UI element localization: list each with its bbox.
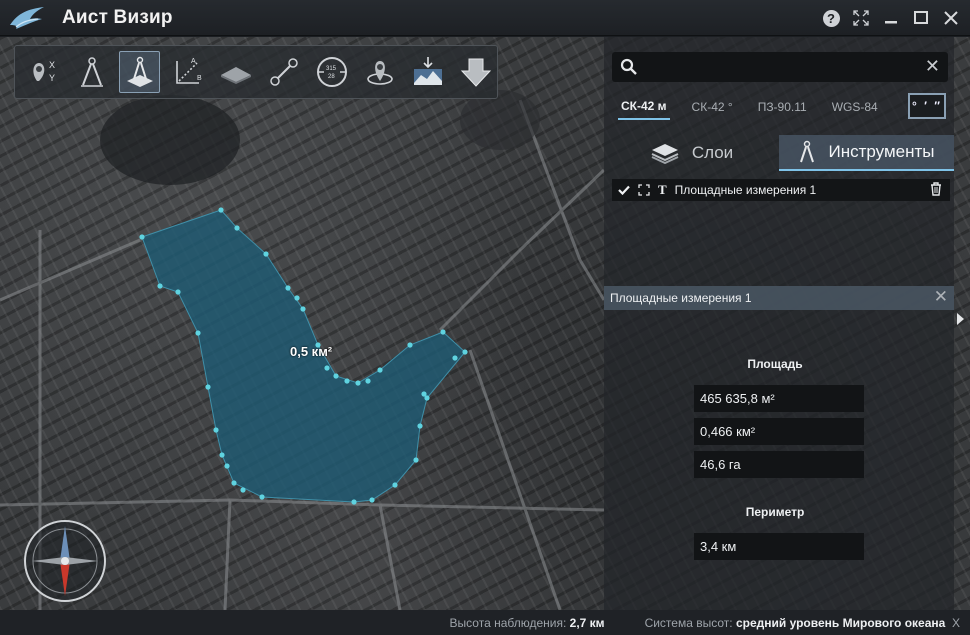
window-controls: ? xyxy=(818,0,964,36)
globe-pin-tool-button[interactable] xyxy=(360,51,401,93)
tab-tools[interactable]: Инструменты xyxy=(779,135,954,171)
maximize-button[interactable] xyxy=(908,5,934,31)
detail-title: Площадные измерения 1 xyxy=(610,291,752,305)
distance-tool-button[interactable]: A B xyxy=(167,51,208,93)
elevation-profile-tool-button[interactable] xyxy=(408,51,449,93)
tab-ck42-deg[interactable]: СК-42 ° xyxy=(689,97,736,119)
delete-trash-icon[interactable] xyxy=(930,182,942,199)
close-detail-icon[interactable]: ✕ xyxy=(934,287,948,307)
globe-pin-icon xyxy=(367,61,394,85)
height-system-value: средний уровень Мирового океана xyxy=(735,615,946,630)
search-box: ✕ xyxy=(612,52,948,82)
panel-collapse-arrow-icon[interactable] xyxy=(957,313,964,325)
minimize-icon xyxy=(885,21,897,24)
tab-wgs84[interactable]: WGS-84 xyxy=(829,97,881,119)
help-icon: ? xyxy=(822,9,840,27)
area-section-label: Площадь xyxy=(747,357,803,371)
polygon-area-label: 0,5 км² xyxy=(290,344,333,359)
park-area-2 xyxy=(460,90,540,150)
status-trailing: Х xyxy=(951,615,960,630)
altitude-label: Высота наблюдения: xyxy=(449,615,567,630)
area-measure-tool-button[interactable] xyxy=(119,51,161,93)
help-button[interactable]: ? xyxy=(818,5,844,31)
ruler-compass-tool-button[interactable] xyxy=(71,51,112,93)
svg-text:28: 28 xyxy=(328,74,335,80)
elevation-profile-icon xyxy=(414,57,443,85)
main-tabs: Слои Инструменты xyxy=(604,135,954,171)
layers-icon xyxy=(651,144,679,164)
map-toolbar: X Y A B 315 28 xyxy=(14,45,498,99)
tab-tools-label: Инструменты xyxy=(828,142,935,161)
stork-logo-icon xyxy=(6,0,48,36)
terrain-tool-button[interactable] xyxy=(215,51,256,93)
svg-text:Y: Y xyxy=(49,73,55,83)
search-input[interactable] xyxy=(642,52,912,82)
area-km2-value: 0,466 км² xyxy=(694,418,864,445)
route-tool-button[interactable] xyxy=(263,51,304,93)
close-button[interactable] xyxy=(938,5,964,31)
compass-rose[interactable] xyxy=(22,518,108,604)
text-label-icon[interactable]: T xyxy=(658,182,667,198)
perimeter-section-label: Периметр xyxy=(745,505,805,519)
select-frame-icon[interactable] xyxy=(638,184,650,196)
compass-tool-icon xyxy=(800,140,815,163)
measurement-list-item[interactable]: T Площадные измерения 1 xyxy=(612,179,950,201)
app-window: Аист Визир ? 0,5 км² X Y A B 315 28 ✕ СК… xyxy=(0,0,970,635)
dms-format-button[interactable]: ° ′ ″ xyxy=(908,93,946,119)
tab-ck42-m[interactable]: СК-42 м xyxy=(618,96,670,120)
status-bar: Высота наблюдения: 2,7 км Система высот:… xyxy=(0,610,970,635)
download-arrow-icon xyxy=(461,58,492,87)
close-icon xyxy=(944,11,958,25)
area-ha-value: 46,6 га xyxy=(694,451,864,478)
title-bar: Аист Визир ? xyxy=(0,0,970,36)
park-area xyxy=(100,95,240,185)
coordinates-tool-button[interactable]: X Y xyxy=(23,51,64,93)
terrain-layer-icon xyxy=(220,67,251,84)
line-route-icon xyxy=(270,58,298,86)
altitude-value: 2,7 км xyxy=(569,615,605,630)
perimeter-value: 3,4 км xyxy=(694,533,864,560)
tab-pz90[interactable]: ПЗ-90.11 xyxy=(755,97,810,119)
svg-text:X: X xyxy=(49,60,55,70)
area-m2-value: 465 635,8 м² xyxy=(694,385,864,412)
download-tool-button[interactable] xyxy=(456,51,497,93)
compass-measure-icon xyxy=(80,57,103,87)
measurement-detail-header: Площадные измерения 1 ✕ xyxy=(604,286,954,310)
maximize-icon xyxy=(914,11,928,24)
coordinate-system-tabs: СК-42 м СК-42 ° ПЗ-90.11 WGS-84 xyxy=(618,95,958,121)
app-title: Аист Визир xyxy=(62,6,173,28)
azimuth-dial-icon: 315 28 xyxy=(317,57,348,87)
fullscreen-icon xyxy=(853,10,869,26)
tab-layers-label: Слои xyxy=(691,143,734,162)
minimize-button[interactable] xyxy=(878,5,904,31)
tab-layers[interactable]: Слои xyxy=(604,135,779,171)
coordinates-xy-icon: X Y xyxy=(32,60,55,83)
svg-text:315: 315 xyxy=(326,66,337,72)
visible-check-icon[interactable] xyxy=(618,185,630,195)
height-system-label: Система высот: xyxy=(644,615,733,630)
svg-text:B: B xyxy=(197,75,202,82)
svg-text:A: A xyxy=(191,58,196,65)
side-panel: ✕ СК-42 м СК-42 ° ПЗ-90.11 WGS-84 ° ′ ″ … xyxy=(604,37,954,610)
search-icon xyxy=(620,58,637,75)
azimuth-tool-button[interactable]: 315 28 xyxy=(312,51,353,93)
distance-measure-icon: A B xyxy=(176,58,202,84)
fullscreen-button[interactable] xyxy=(848,5,874,31)
clear-search-icon[interactable]: ✕ xyxy=(925,56,940,76)
area-measure-icon xyxy=(126,56,153,87)
measurement-name: Площадные измерения 1 xyxy=(674,183,817,197)
